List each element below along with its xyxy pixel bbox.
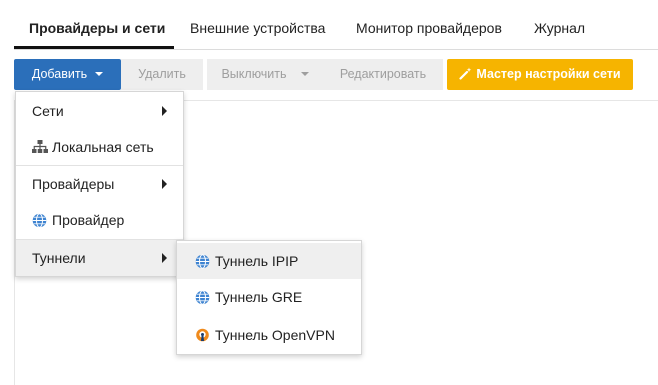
chevron-right-icon [162, 106, 167, 116]
submenu-item-label: Туннель OpenVPN [215, 327, 335, 343]
menu-item-label: Сети [32, 103, 64, 119]
tab-provider-monitor[interactable]: Монитор провайдеров [356, 20, 502, 36]
add-dropdown-menu: Сети Локальная сеть Провайдеры Провайдер… [15, 91, 184, 277]
chevron-down-icon [300, 71, 309, 76]
edit-button-label: Редактировать [339, 67, 427, 81]
chevron-right-icon [162, 253, 167, 263]
globe-icon [32, 213, 47, 228]
network-wizard-button[interactable]: Мастер настройки сети [447, 59, 633, 90]
disable-button[interactable]: Выключить [207, 59, 323, 90]
chevron-right-icon [162, 179, 167, 189]
submenu-item-label: Туннель IPIP [215, 253, 299, 269]
tunnels-submenu: Туннель IPIP Туннель GRE Туннель OpenVPN [176, 240, 362, 355]
network-hierarchy-icon [32, 140, 48, 153]
tab-bar: Провайдеры и сети Внешние устройства Мон… [14, 0, 658, 50]
menu-item-networks[interactable]: Сети [16, 93, 183, 129]
menu-item-label: Туннели [32, 250, 86, 266]
submenu-item-openvpn-tunnel[interactable]: Туннель OpenVPN [177, 317, 361, 353]
tab-providers-networks[interactable]: Провайдеры и сети [29, 20, 165, 36]
add-button-label: Добавить [31, 67, 88, 81]
menu-item-provider[interactable]: Провайдер [16, 202, 183, 238]
add-button[interactable]: Добавить [14, 59, 121, 90]
magic-wand-icon [459, 67, 472, 80]
menu-item-local-network[interactable]: Локальная сеть [16, 129, 183, 165]
globe-icon [195, 254, 210, 269]
menu-item-tunnels[interactable]: Туннели [16, 240, 183, 276]
openvpn-icon [196, 328, 209, 342]
edit-button[interactable]: Редактировать [323, 59, 443, 90]
submenu-item-gre-tunnel[interactable]: Туннель GRE [177, 279, 361, 315]
delete-button[interactable]: Удалить [121, 59, 203, 90]
globe-icon [195, 290, 210, 305]
submenu-item-label: Туннель GRE [215, 289, 303, 305]
disable-button-label: Выключить [221, 67, 287, 81]
delete-button-label: Удалить [138, 67, 186, 81]
menu-item-providers[interactable]: Провайдеры [16, 166, 183, 202]
menu-item-label: Провайдер [52, 212, 125, 228]
tab-journal[interactable]: Журнал [534, 20, 585, 36]
tab-external-devices[interactable]: Внешние устройства [190, 20, 325, 36]
active-tab-indicator [14, 46, 174, 49]
submenu-item-ipip-tunnel[interactable]: Туннель IPIP [177, 243, 361, 279]
menu-item-label: Локальная сеть [52, 139, 154, 155]
network-wizard-label: Мастер настройки сети [476, 67, 621, 81]
menu-item-label: Провайдеры [32, 176, 115, 192]
chevron-down-icon [95, 71, 104, 76]
